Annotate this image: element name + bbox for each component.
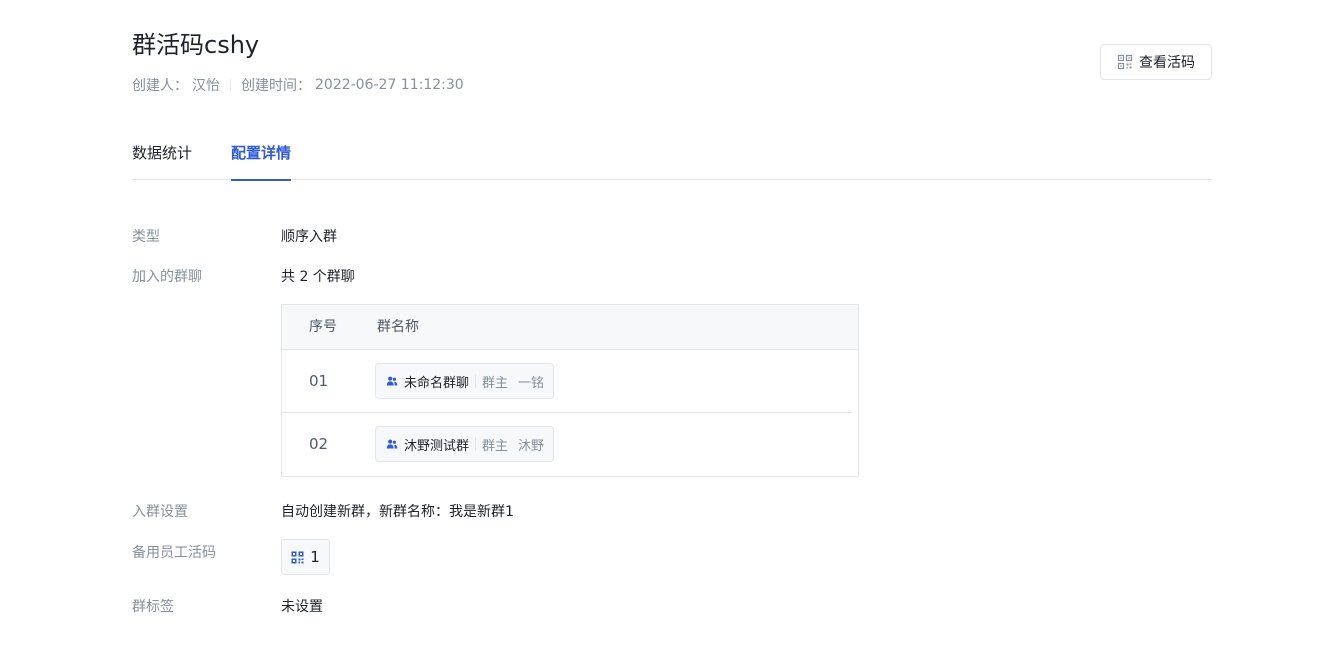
join-settings-value: 自动创建新群，新群名称：我是新群1 — [281, 504, 514, 520]
page: 群活码cshy 创建人： 汉怡 创建时间： 2022-06-27 11:12:3… — [0, 0, 1334, 648]
join-settings-label: 入群设置 — [132, 504, 188, 520]
created-time: 2022-06-27 11:12:30 — [315, 77, 464, 93]
view-code-button[interactable]: 查看活码 — [1100, 44, 1212, 80]
users-icon — [386, 438, 398, 450]
group-chip: 未命名群聊 群主 一铭 — [375, 363, 555, 399]
group-name: 未命名群聊 — [404, 375, 470, 391]
creator-label: 创建人： — [132, 78, 188, 94]
owner-label: 群主 — [482, 375, 509, 391]
creator-name: 汉怡 — [192, 78, 220, 94]
table-header: 序号 群名称 — [282, 305, 858, 350]
view-code-label: 查看活码 — [1139, 55, 1195, 71]
backup-code-button[interactable]: 1 — [281, 539, 330, 575]
tab-data-stats[interactable]: 数据统计 — [132, 136, 192, 180]
users-icon — [386, 375, 398, 387]
page-title: 群活码cshy — [132, 31, 260, 59]
owner-name: 一铭 — [518, 375, 545, 391]
groups-label: 加入的群聊 — [132, 269, 202, 285]
column-header-group-name: 群名称 — [377, 319, 419, 335]
groups-count: 共 2 个群聊 — [281, 269, 355, 285]
table-row: 02 沐野测试群 群主 沐野 — [282, 413, 858, 476]
row-index: 02 — [309, 435, 329, 453]
group-table: 序号 群名称 01 未命名群聊 群主 一铭 02 沐野测试群 群主 沐野 — [281, 304, 859, 477]
type-label: 类型 — [132, 229, 160, 245]
group-tags-value: 未设置 — [281, 599, 323, 615]
column-header-index: 序号 — [309, 319, 337, 335]
meta-info: 创建人： 汉怡 创建时间： 2022-06-27 11:12:30 — [132, 75, 464, 95]
group-name: 沐野测试群 — [404, 438, 470, 454]
table-row: 01 未命名群聊 群主 一铭 — [282, 350, 858, 413]
type-value: 顺序入群 — [281, 229, 337, 245]
tab-config-details[interactable]: 配置详情 — [231, 136, 292, 181]
owner-label: 群主 — [482, 438, 509, 454]
row-index: 01 — [309, 372, 329, 390]
created-time-label: 创建时间： — [241, 78, 311, 94]
group-chip: 沐野测试群 群主 沐野 — [375, 426, 555, 462]
tab-bar: 数据统计 配置详情 — [132, 136, 1212, 181]
qr-code-icon — [1117, 54, 1133, 70]
chip-divider — [475, 374, 477, 388]
backup-code-count: 1 — [310, 548, 320, 566]
chip-divider — [475, 437, 477, 451]
group-tags-label: 群标签 — [132, 599, 174, 615]
qr-code-icon — [291, 551, 304, 564]
meta-divider — [230, 79, 231, 91]
backup-code-label: 备用员工活码 — [132, 545, 216, 561]
owner-name: 沐野 — [518, 438, 545, 454]
